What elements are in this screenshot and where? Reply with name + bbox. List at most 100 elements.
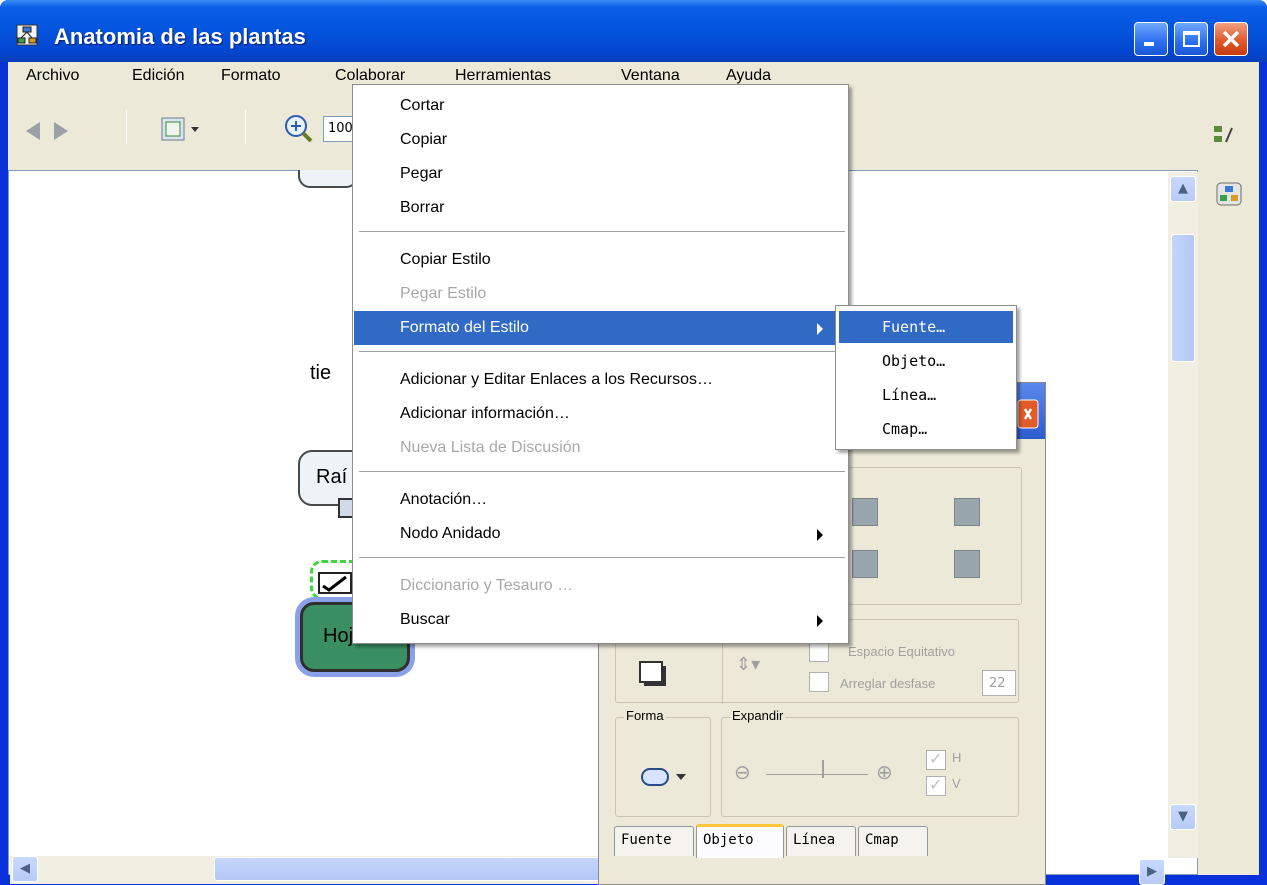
title-bar[interactable]: Anatomia de las plantas <box>0 0 1267 62</box>
submenu-item-cmap[interactable]: Cmap… <box>839 413 1013 445</box>
edit-context-menu: Cortar Copiar Pegar Borrar Copiar Estilo… <box>352 84 849 644</box>
cmap-app-icon <box>16 24 38 46</box>
group-forma-title: Forma <box>624 708 666 723</box>
vertical-scrollbar[interactable]: ▲ ▼ <box>1168 172 1198 858</box>
menu-archivo[interactable]: Archivo <box>26 67 79 85</box>
menu-item-formato-del-estilo[interactable]: Formato del Estilo <box>354 311 847 345</box>
node-raiz-label: Raí <box>316 466 348 488</box>
espacio-equitativo-label: Espacio Equitativo <box>848 644 955 659</box>
menu-item-nueva-lista-discusion: Nueva Lista de Discusión <box>354 431 847 465</box>
submenu-item-objeto[interactable]: Objeto… <box>839 345 1013 377</box>
menu-edicion[interactable]: Edición <box>132 67 184 85</box>
window-title: Anatomia de las plantas <box>54 24 306 49</box>
app-window: Anatomia de las plantas Archivo Edición … <box>0 0 1267 885</box>
align-node-icon[interactable] <box>852 498 878 526</box>
view-options-icon[interactable] <box>160 116 204 144</box>
submenu-item-label: Fuente… <box>882 318 946 336</box>
espacio-equitativo-checkbox[interactable] <box>809 642 829 662</box>
menu-item-anotacion[interactable]: Anotación… <box>354 483 847 517</box>
zoom-in-icon[interactable] <box>284 114 314 144</box>
back-arrow-icon[interactable] <box>26 122 40 140</box>
menu-item-label: Nodo Anidado <box>400 525 501 542</box>
checkmark-icon <box>318 572 352 594</box>
menu-formato[interactable]: Formato <box>221 67 281 85</box>
menu-item-label: Anotación… <box>400 491 488 508</box>
align-node-icon[interactable] <box>852 550 878 578</box>
tab-linea[interactable]: Línea <box>786 826 856 856</box>
arreglar-desfase-label: Arreglar desfase <box>840 676 936 691</box>
submenu-item-fuente[interactable]: Fuente… <box>839 311 1013 343</box>
close-button[interactable] <box>1214 22 1248 56</box>
spacing-dropdown-icon[interactable]: ⇕▾ <box>736 654 760 675</box>
menu-item-label: Copiar Estilo <box>400 251 491 268</box>
expand-slider-thumb[interactable] <box>822 760 824 778</box>
submenu-arrow-icon <box>817 529 823 541</box>
panel-close-icon[interactable] <box>1017 399 1039 429</box>
close-icon <box>1222 30 1240 48</box>
scroll-down-button[interactable]: ▼ <box>1170 804 1196 830</box>
vertical-scroll-thumb[interactable] <box>1171 234 1195 362</box>
expand-slider-track[interactable] <box>766 772 868 775</box>
collapse-icon[interactable]: ⊖ <box>734 760 751 785</box>
submenu-item-label: Línea… <box>882 386 937 404</box>
tab-cmap[interactable]: Cmap <box>858 826 928 856</box>
concept-node-top[interactable] <box>298 170 358 188</box>
menu-ventana[interactable]: Ventana <box>621 67 680 85</box>
toolbar-divider <box>245 110 246 144</box>
shape-dropdown-icon[interactable] <box>640 766 692 788</box>
toolbar-divider <box>126 110 127 144</box>
expand-icon[interactable]: ⊕ <box>876 760 893 785</box>
menu-item-pegar-estilo: Pegar Estilo <box>354 277 847 311</box>
menu-item-copiar-estilo[interactable]: Copiar Estilo <box>354 243 847 277</box>
menu-item-label: Buscar <box>400 611 450 628</box>
maximize-button[interactable] <box>1174 22 1208 56</box>
scroll-left-button[interactable]: ◀ <box>12 856 38 882</box>
cmap-tools-icon[interactable] <box>1212 124 1236 146</box>
panel-scroll-right-button[interactable]: ▶ <box>1139 859 1165 885</box>
arreglar-desfase-checkbox[interactable] <box>809 672 829 692</box>
horizontal-scroll-thumb[interactable] <box>214 857 604 881</box>
menu-item-label: Formato del Estilo <box>400 319 529 336</box>
menu-item-borrar[interactable]: Borrar <box>354 191 847 225</box>
menu-item-adicionar-enlaces[interactable]: Adicionar y Editar Enlaces a los Recurso… <box>354 363 847 397</box>
menu-separator <box>359 471 845 473</box>
menu-item-label: Cortar <box>400 97 445 114</box>
horizontal-scrollbar[interactable]: ◀ <box>10 856 610 884</box>
v-checkbox[interactable] <box>926 775 946 796</box>
h-checkbox[interactable] <box>926 749 946 770</box>
menu-item-diccionario: Diccionario y Tesauro … <box>354 569 847 603</box>
menu-item-label: Nueva Lista de Discusión <box>400 439 581 456</box>
shadow-icon[interactable] <box>638 660 668 688</box>
v-checkbox-label: V <box>952 776 961 791</box>
forward-arrow-icon[interactable] <box>54 122 68 140</box>
menu-item-nodo-anidado[interactable]: Nodo Anidado <box>354 517 847 551</box>
submenu-item-linea[interactable]: Línea… <box>839 379 1013 411</box>
resize-node-icon[interactable] <box>954 498 980 526</box>
minimize-button[interactable] <box>1134 22 1168 56</box>
menu-herramientas[interactable]: Herramientas <box>455 67 551 85</box>
right-side-pane <box>1198 170 1259 875</box>
desfase-value-input[interactable]: 22 <box>982 670 1016 696</box>
link-label-tie[interactable]: tie <box>310 362 331 385</box>
minimize-icon <box>1144 42 1154 46</box>
menu-separator <box>359 557 845 559</box>
menu-colaborar[interactable]: Colaborar <box>335 67 405 85</box>
menu-item-adicionar-informacion[interactable]: Adicionar información… <box>354 397 847 431</box>
menu-item-label: Copiar <box>400 131 448 148</box>
menu-item-copiar[interactable]: Copiar <box>354 123 847 157</box>
tab-objeto[interactable]: Objeto <box>696 824 784 858</box>
scroll-up-button[interactable]: ▲ <box>1170 176 1196 202</box>
menu-item-buscar[interactable]: Buscar <box>354 603 847 637</box>
menu-item-label: Pegar Estilo <box>400 285 487 302</box>
group-expandir-title: Expandir <box>730 708 786 723</box>
menu-ayuda[interactable]: Ayuda <box>726 67 771 85</box>
resize-node-icon[interactable] <box>954 550 980 578</box>
tab-fuente[interactable]: Fuente <box>614 826 694 856</box>
collaboration-icon[interactable] <box>1216 182 1242 206</box>
menu-separator <box>359 351 845 353</box>
menu-separator <box>359 231 845 233</box>
menu-item-cortar[interactable]: Cortar <box>354 89 847 123</box>
submenu-item-label: Cmap… <box>882 420 928 438</box>
menu-item-pegar[interactable]: Pegar <box>354 157 847 191</box>
menu-item-label: Diccionario y Tesauro … <box>400 577 574 594</box>
